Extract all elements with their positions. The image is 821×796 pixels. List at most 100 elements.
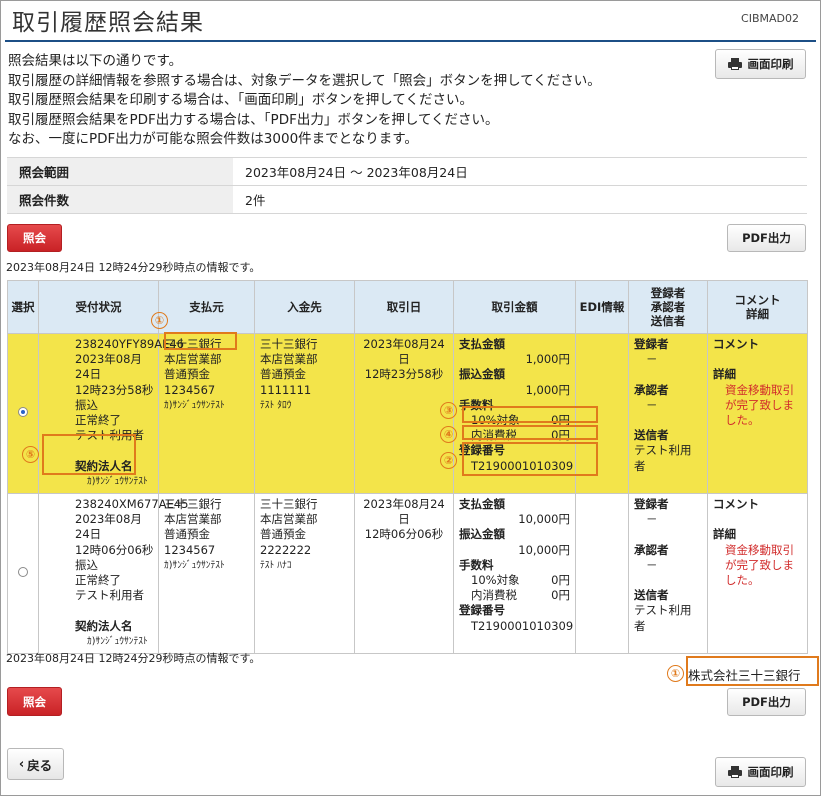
screen-id: CIBMAD02 [741,12,799,25]
callout-box-5 [42,434,136,475]
back-button-label: 戻る [27,757,53,773]
transfer-amount-value: 10,000円 [518,542,570,557]
callout-box-3 [462,406,598,423]
comment-cell: コメント 詳細 資金移動取引が完了致しました。 [707,493,808,655]
select-cell[interactable] [7,493,39,655]
comment-cell: コメント 詳細 資金移動取引が完了致しました。 [707,332,808,495]
print-button-label: 画面印刷 [747,57,794,71]
edi-cell [575,493,629,655]
detail-label: 詳細 [713,367,736,382]
approver-value: － [646,397,658,412]
date-cell: 2023年08月24日 12時23分58秒 [354,332,454,495]
registrant-label: 登録者 [634,337,669,351]
to-type: 普通預金 [260,527,306,542]
from-branch: 本店営業部 [164,512,222,527]
to-branch: 本店営業部 [260,512,318,527]
fee-label: 手数料 [459,557,494,572]
col-comment2: 詳細 [746,307,769,321]
printer-icon [727,58,742,70]
tax10-row: 10%対象 0円 [459,573,570,588]
pdf-button-top[interactable]: PDF出力 [727,224,806,252]
registrant-value: － [646,512,658,527]
detail-label: 詳細 [713,527,736,542]
callout-box-2 [462,442,598,476]
to-cell: 三十三銀行 本店営業部 普通預金 2222222 ﾃｽﾄ ﾊﾅｺ [254,493,355,655]
count-label: 照会件数 [7,185,233,214]
select-cell[interactable] [7,332,39,495]
intro-line: 照会結果は以下の通りです。 [8,53,183,69]
row-radio[interactable] [18,566,28,577]
detail-text: 資金移動取引が完了致しました。 [725,382,794,427]
col-comment1: コメント [734,293,781,307]
chevron-left-icon: ‹ [18,756,25,772]
from-account: 1234567 [164,382,216,397]
print-button-bottom[interactable]: 画面印刷 [715,757,806,787]
trade-type: 振込 [75,557,98,572]
to-cell: 三十三銀行 本店営業部 普通預金 1111111 ﾃｽﾄ ﾀﾛｳ [254,332,355,495]
to-type: 普通預金 [260,367,306,382]
transfer-amount-label: 振込金額 [459,527,505,542]
row-radio[interactable] [18,406,28,417]
trade-date: 2023年08月24日 [363,497,445,527]
pdf-button-bottom[interactable]: PDF出力 [727,688,806,716]
approver-label: 承認者 [634,382,669,397]
count-value: 2件 [233,185,807,214]
from-name: ｶ)ｻﾝｼﾞｭｳｻﾝﾃｽﾄ [164,399,225,411]
col-to: 入金先 [254,280,355,334]
transfer-amount-value: 1,000円 [525,382,570,397]
timestamp-bottom: 2023年08月24日 12時24分29秒時点の情報です。 [6,652,261,665]
col-registrant: 登録者 承認者 送信者 [628,280,708,334]
intro-line: 取引履歴照会結果を印刷する場合は、「画面印刷」ボタンを押してください。 [8,92,473,108]
to-account: 2222222 [260,542,312,557]
from-cell: 三十三銀行 本店営業部 普通預金 1234567 ｶ)ｻﾝｼﾞｭｳｻﾝﾃｽﾄ [158,493,255,655]
detail-text: 資金移動取引が完了致しました。 [725,542,794,588]
registrant-label: 登録者 [634,497,669,512]
tax10-value: 0円 [551,573,570,588]
tax-incl-value: 0円 [551,588,570,603]
to-branch: 本店営業部 [260,352,318,367]
to-bank: 三十三銀行 [260,337,318,351]
col-date: 取引日 [354,280,454,334]
intro-line: 取引履歴の詳細情報を参照する場合は、対象データを選択して「照会」ボタンを押してく… [8,72,601,89]
sender-label: 送信者 [634,428,669,443]
registrant-value: － [646,352,658,367]
trade-date: 2023年08月24日 [363,337,445,367]
trade-type: 振込 [75,397,98,412]
col-status: 受付状況 [38,280,159,334]
comment-label: コメント [713,497,759,512]
to-name: ﾃｽﾄ ﾊﾅｺ [260,559,292,571]
print-button-top[interactable]: 画面印刷 [715,49,806,79]
callout-number-4: ④ [440,426,457,443]
intro-text: 照会結果は以下の通りです。 取引履歴の詳細情報を参照する場合は、対象データを選択… [8,52,601,150]
inquiry-button-bottom[interactable]: 照会 [7,687,62,716]
reg-no-label: 登録番号 [459,603,505,618]
from-account: 1234567 [164,542,216,557]
receipt-time: 12時23分58秒 [75,382,154,397]
timestamp-top: 2023年08月24日 12時24分29秒時点の情報です。 [6,261,261,274]
corp-name-label: 契約法人名 [75,618,133,633]
receipt-id: 238240YFY89AE46 [75,337,184,351]
reg-no-value: T2190001010309 [471,618,574,633]
table-row[interactable]: 238240XM677AE45 2023年08月24日 12時06分06秒 振込… [7,493,808,655]
callout-box-1 [164,332,237,350]
callout-number-1: ① [151,312,168,329]
tax-incl-row: 内消費税 0円 [459,588,570,603]
pdf-button-label: PDF出力 [742,695,791,709]
range-label: 照会範囲 [7,157,233,186]
comment-label: コメント [713,337,759,351]
date-cell: 2023年08月24日 12時06分06秒 [354,493,454,655]
summary-table: 照会範囲 2023年08月24日 ～ 2023年08月24日 照会件数 2件 [7,157,807,214]
pay-amount-label: 支払金額 [459,497,505,512]
sender-label: 送信者 [634,588,669,603]
inquiry-button-top[interactable]: 照会 [7,224,62,252]
tax-incl-label: 内消費税 [471,588,517,603]
receipt-time: 12時06分06秒 [75,542,154,557]
from-type: 普通預金 [164,527,210,542]
col-select: 選択 [7,280,39,334]
trade-time: 12時06分06秒 [364,527,444,542]
col-reg3: 送信者 [650,314,686,328]
back-button[interactable]: ‹ 戻る [7,748,64,780]
from-bank: 三十三銀行 [164,497,222,512]
registrant-cell: 登録者 － 承認者 － 送信者 テスト利用者 [628,332,708,495]
amount-cell: 支払金額 10,000円 振込金額 10,000円 手数料 10%対象 0円 内… [453,493,576,655]
